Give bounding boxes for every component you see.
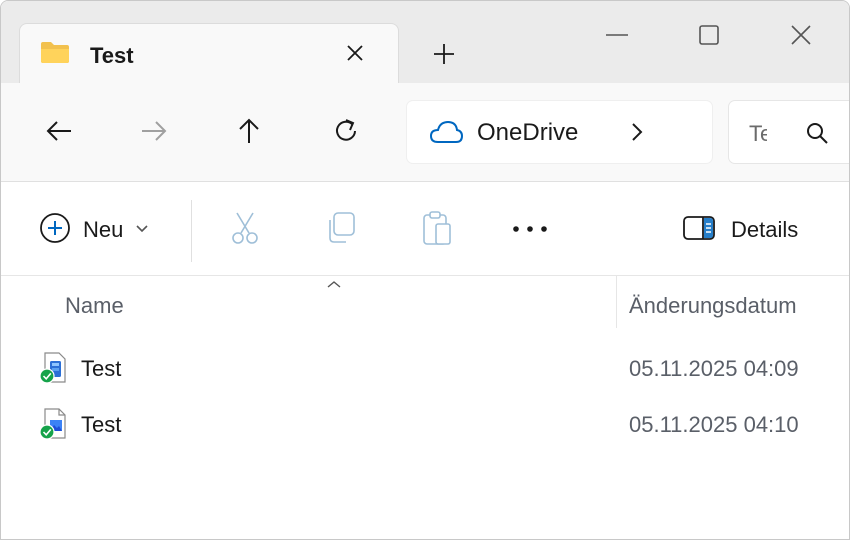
- close-icon[interactable]: [342, 40, 368, 66]
- arrow-left-icon[interactable]: [41, 113, 77, 149]
- new-button-label: Neu: [83, 217, 124, 242]
- search-box[interactable]: Te: [729, 101, 849, 163]
- sort-ascending-icon: [325, 276, 343, 288]
- refresh-icon[interactable]: [328, 113, 364, 149]
- copy-button[interactable]: [325, 211, 357, 250]
- copy-icon: [325, 211, 357, 250]
- file-explorer-window: Test OneDrive T Neu Details Name Änderun…: [0, 0, 850, 540]
- toolbar-divider: [191, 200, 192, 262]
- address-bar[interactable]: OneDrive: [407, 101, 712, 163]
- details-pane-icon: [683, 215, 715, 245]
- column-name[interactable]: Name: [65, 293, 124, 319]
- document-file-icon: [39, 352, 69, 384]
- maximize-icon[interactable]: [689, 19, 729, 51]
- more-horizontal-icon: [512, 221, 548, 239]
- cut-button[interactable]: [229, 212, 261, 248]
- image-file-icon: [39, 408, 69, 440]
- arrow-right-icon[interactable]: [136, 113, 172, 149]
- folder-icon: [40, 40, 70, 64]
- more-button[interactable]: [512, 212, 548, 248]
- file-row[interactable]: Test 05.11.2025 04:09: [1, 342, 849, 394]
- address-label: OneDrive: [477, 119, 579, 146]
- search-input[interactable]: Te: [749, 121, 767, 147]
- column-date[interactable]: Änderungsdatum: [629, 293, 797, 319]
- tab-test[interactable]: Test: [19, 23, 399, 85]
- scissors-icon: [229, 211, 261, 250]
- details-button[interactable]: Details: [683, 212, 798, 248]
- search-icon[interactable]: [805, 121, 829, 145]
- cloud-icon: [429, 119, 464, 145]
- chevron-right-icon[interactable]: [627, 121, 647, 143]
- plus-icon[interactable]: [429, 39, 459, 69]
- column-divider[interactable]: [616, 276, 617, 328]
- window-close-icon[interactable]: [781, 19, 821, 51]
- new-button[interactable]: Neu: [39, 212, 149, 248]
- navigation-bar: OneDrive Te: [1, 83, 849, 182]
- arrow-up-icon[interactable]: [231, 113, 267, 149]
- minimize-icon[interactable]: [597, 19, 637, 51]
- tab-title: Test: [90, 43, 134, 68]
- file-date: 05.11.2025 04:10: [629, 412, 799, 437]
- title-bar: Test: [1, 1, 849, 85]
- file-row[interactable]: Test 05.11.2025 04:10: [1, 398, 849, 450]
- column-header: Name Änderungsdatum: [1, 276, 849, 330]
- file-name: Test: [81, 412, 122, 437]
- plus-circle-icon: [39, 212, 71, 249]
- file-name: Test: [81, 356, 122, 381]
- command-bar: Neu Details: [1, 182, 849, 276]
- details-button-label: Details: [731, 217, 799, 242]
- chevron-down-icon: [135, 221, 149, 239]
- file-date: 05.11.2025 04:09: [629, 356, 799, 381]
- clipboard-icon: [421, 210, 453, 251]
- paste-button[interactable]: [421, 210, 453, 251]
